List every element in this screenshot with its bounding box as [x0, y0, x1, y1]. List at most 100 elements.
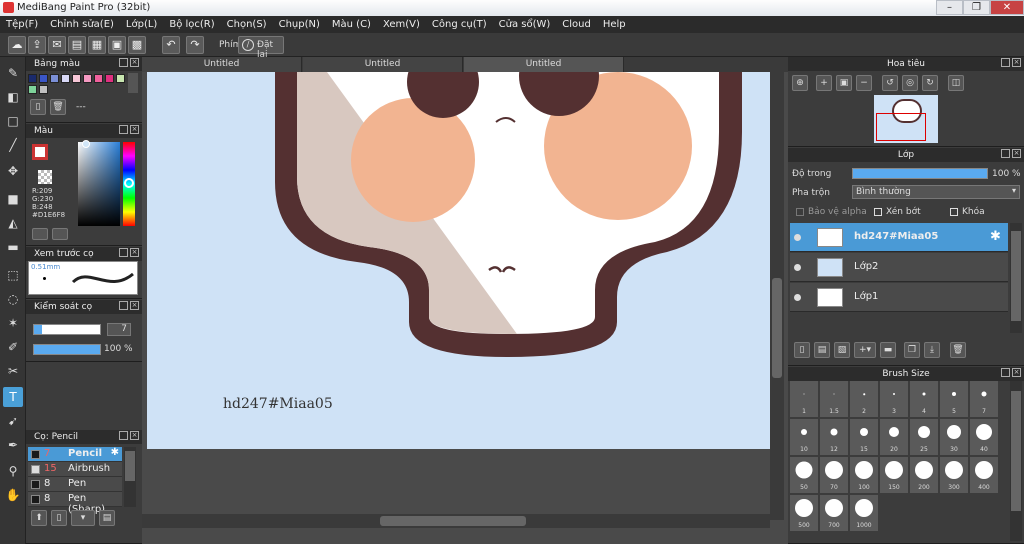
rotate-reset-icon[interactable]: ◎ — [902, 75, 918, 91]
brush-size-cell[interactable]: 4 — [910, 381, 939, 418]
brush-size-cell[interactable]: 150 — [880, 457, 909, 494]
comment-icon[interactable]: ▤ — [68, 36, 86, 54]
visibility-icon[interactable] — [794, 294, 801, 301]
clip-checkbox[interactable] — [874, 208, 882, 216]
redo-icon[interactable]: ↷ — [186, 36, 204, 54]
gear-icon[interactable]: ✱ — [111, 447, 119, 458]
menu-edit[interactable]: Chỉnh sửa(E) — [44, 16, 120, 33]
menu-filter[interactable]: Bộ lọc(R) — [163, 16, 220, 33]
reset-button[interactable]: / Đặt lại — [238, 36, 284, 60]
rotate-right-icon[interactable]: ↻ — [922, 75, 938, 91]
eyedropper-icon[interactable]: ⚲ — [3, 461, 23, 481]
brush-size-cell[interactable]: 400 — [970, 457, 999, 494]
color-wheel-icon[interactable] — [32, 228, 48, 240]
palette-swatch[interactable] — [39, 74, 48, 83]
lasso-icon[interactable]: ◌ — [3, 289, 23, 309]
new-brush-icon[interactable]: ▯ — [51, 510, 67, 526]
flip-icon[interactable]: ◫ — [948, 75, 964, 91]
brush-size-cell[interactable]: 700 — [820, 495, 849, 532]
brush-size-cell[interactable]: 1000 — [850, 495, 879, 532]
brush-item-pen-sharp[interactable]: 8Pen (Sharp) — [28, 492, 122, 515]
grid-icon[interactable]: ▣ — [108, 36, 126, 54]
menu-help[interactable]: Help — [597, 16, 632, 33]
zoom-icon[interactable]: ⊕ — [792, 75, 808, 91]
palette-swatch[interactable] — [61, 74, 70, 83]
undo-icon[interactable]: ↶ — [162, 36, 180, 54]
palette-swatch[interactable] — [83, 74, 92, 83]
brush-size-cell[interactable]: 40 — [970, 419, 999, 456]
layer-item[interactable]: Lớp1 — [790, 283, 1008, 312]
close-button[interactable]: ✕ — [990, 0, 1024, 15]
close-icon[interactable]: × — [130, 125, 139, 134]
layer-opacity-slider[interactable] — [852, 168, 988, 179]
gradient-icon[interactable]: ▬ — [3, 237, 23, 257]
blend-mode-select[interactable]: Bình thường ▾ — [852, 185, 1020, 199]
fill-rect-icon[interactable]: ■ — [3, 189, 23, 209]
add-brush-icon[interactable]: ⬆ — [31, 510, 47, 526]
operation-icon[interactable]: ➹ — [3, 411, 23, 431]
palette-swatch[interactable] — [116, 74, 125, 83]
brush-size-cell[interactable]: 30 — [940, 419, 969, 456]
palette-swatch[interactable] — [50, 74, 59, 83]
float-icon[interactable] — [119, 125, 128, 134]
hue-handle[interactable] — [124, 178, 134, 188]
brush-size-value[interactable]: 7 — [107, 323, 131, 336]
upload-icon[interactable]: ⇪ — [28, 36, 46, 54]
gear-icon[interactable]: ✱ — [990, 229, 1001, 244]
brush-list-scrollbar[interactable] — [124, 447, 136, 507]
bucket-icon[interactable]: ◭ — [3, 213, 23, 233]
brush-size-cell[interactable]: 10 — [790, 419, 819, 456]
menu-cloud[interactable]: Cloud — [556, 16, 597, 33]
cloud-icon[interactable]: ☁ — [8, 36, 26, 54]
magic-wand-icon[interactable]: ✶ — [3, 313, 23, 333]
close-icon[interactable]: × — [1012, 149, 1021, 158]
float-icon[interactable] — [119, 248, 128, 257]
drawing-canvas[interactable]: hd247#Miaa05 — [147, 72, 770, 449]
eraser-tool-icon[interactable]: ◧ — [3, 87, 23, 107]
layer-item[interactable]: Lớp2 — [790, 253, 1008, 282]
new-layer-icon[interactable]: ▯ — [794, 342, 810, 358]
new-palette-icon[interactable]: ▯ — [30, 99, 46, 115]
tab-untitled-3[interactable]: Untitled — [464, 57, 624, 72]
brush-size-cell[interactable]: 1 — [790, 381, 819, 418]
select-rect-icon[interactable]: ⬚ — [3, 265, 23, 285]
menu-view[interactable]: Xem(V) — [377, 16, 426, 33]
canvas-hscroll[interactable] — [142, 514, 770, 528]
float-icon[interactable] — [119, 58, 128, 67]
float-icon[interactable] — [1001, 368, 1010, 377]
layer-scrollbar[interactable] — [1010, 223, 1022, 333]
rect-tool-icon[interactable]: □ — [3, 111, 23, 131]
lock-checkbox[interactable] — [950, 208, 958, 216]
trash-icon[interactable]: 🗑 — [50, 99, 66, 115]
protect-alpha-checkbox[interactable] — [796, 208, 804, 216]
new-halftone-layer-icon[interactable]: ▤ — [814, 342, 830, 358]
color-swap-icon[interactable] — [52, 228, 68, 240]
hand-icon[interactable]: ✋ — [3, 485, 23, 505]
brush-size-slider[interactable] — [33, 324, 101, 335]
text-tool-icon[interactable]: T — [3, 387, 23, 407]
navigator-thumbnail[interactable] — [874, 95, 938, 143]
add-layer-menu-icon[interactable]: +▾ — [854, 342, 876, 358]
saturation-picker[interactable] — [78, 142, 120, 226]
foreground-swatch[interactable] — [32, 144, 48, 160]
brush-size-cell[interactable]: 500 — [790, 495, 819, 532]
brush-tool-icon[interactable]: ✎ — [3, 63, 23, 83]
brush-size-cell[interactable]: 200 — [910, 457, 939, 494]
close-icon[interactable]: × — [130, 301, 139, 310]
brush-size-scrollbar[interactable] — [1010, 381, 1022, 541]
brush-size-cell[interactable]: 2 — [850, 381, 879, 418]
tile-icon[interactable]: ▩ — [128, 36, 146, 54]
palette-scrollbar[interactable] — [128, 73, 138, 93]
close-icon[interactable]: × — [1012, 58, 1021, 67]
folder-icon[interactable]: ▬ — [880, 342, 896, 358]
layer-item[interactable]: hd247#Miaa05 ✱ — [790, 223, 1008, 252]
brush-size-cell[interactable]: 25 — [910, 419, 939, 456]
select-pen-icon[interactable]: ✐ — [3, 337, 23, 357]
brush-size-cell[interactable]: 3 — [880, 381, 909, 418]
merge-icon[interactable]: ⤓ — [924, 342, 940, 358]
trash-icon[interactable]: 🗑 — [950, 342, 966, 358]
select-eraser-icon[interactable]: ✂ — [3, 361, 23, 381]
brush-size-cell[interactable]: 12 — [820, 419, 849, 456]
duplicate-icon[interactable]: ❐ — [904, 342, 920, 358]
tab-untitled-1[interactable]: Untitled — [142, 57, 302, 72]
